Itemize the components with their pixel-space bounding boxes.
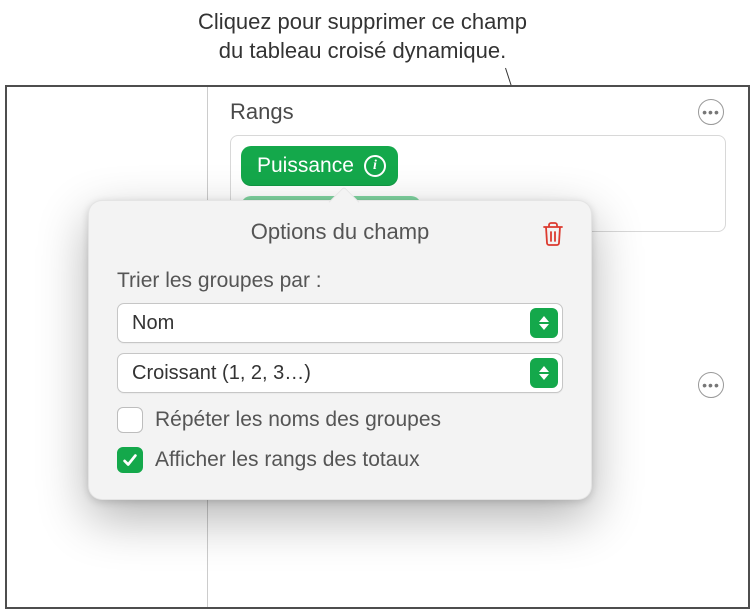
more-options-button-2[interactable]: [698, 372, 724, 398]
info-icon[interactable]: i: [364, 155, 386, 177]
trash-icon: [541, 221, 565, 247]
show-totals-row: Afficher les rangs des totaux: [117, 447, 563, 473]
popover-title: Options du champ: [251, 219, 430, 245]
sort-field-value: Nom: [132, 312, 530, 335]
checkmark-icon: [121, 451, 139, 469]
updown-icon: [530, 358, 558, 388]
show-totals-label: Afficher les rangs des totaux: [155, 448, 420, 472]
updown-icon: [530, 308, 558, 338]
sort-order-value: Croissant (1, 2, 3…): [132, 362, 530, 385]
delete-field-button[interactable]: [541, 221, 565, 247]
field-chip-puissance[interactable]: Puissance i: [241, 146, 398, 186]
sort-by-label: Trier les groupes par :: [117, 269, 563, 293]
callout-line-1: Cliquez pour supprimer ce champ: [198, 9, 527, 34]
repeat-groups-row: Répéter les noms des groupes: [117, 407, 563, 433]
sort-order-select[interactable]: Croissant (1, 2, 3…): [117, 353, 563, 393]
section-title: Rangs: [230, 99, 294, 125]
chip-label: Puissance: [257, 154, 354, 178]
show-totals-checkbox[interactable]: [117, 447, 143, 473]
second-section-more: [698, 372, 724, 398]
section-header: Rangs: [208, 87, 748, 135]
more-options-button[interactable]: [698, 99, 724, 125]
repeat-groups-checkbox[interactable]: [117, 407, 143, 433]
field-options-popover: Options du champ Trier les groupes par :…: [88, 200, 592, 500]
callout-annotation: Cliquez pour supprimer ce champ du table…: [130, 8, 595, 65]
repeat-groups-label: Répéter les noms des groupes: [155, 408, 441, 432]
callout-line-2: du tableau croisé dynamique.: [219, 38, 506, 63]
sort-field-select[interactable]: Nom: [117, 303, 563, 343]
popover-header: Options du champ: [117, 219, 563, 245]
